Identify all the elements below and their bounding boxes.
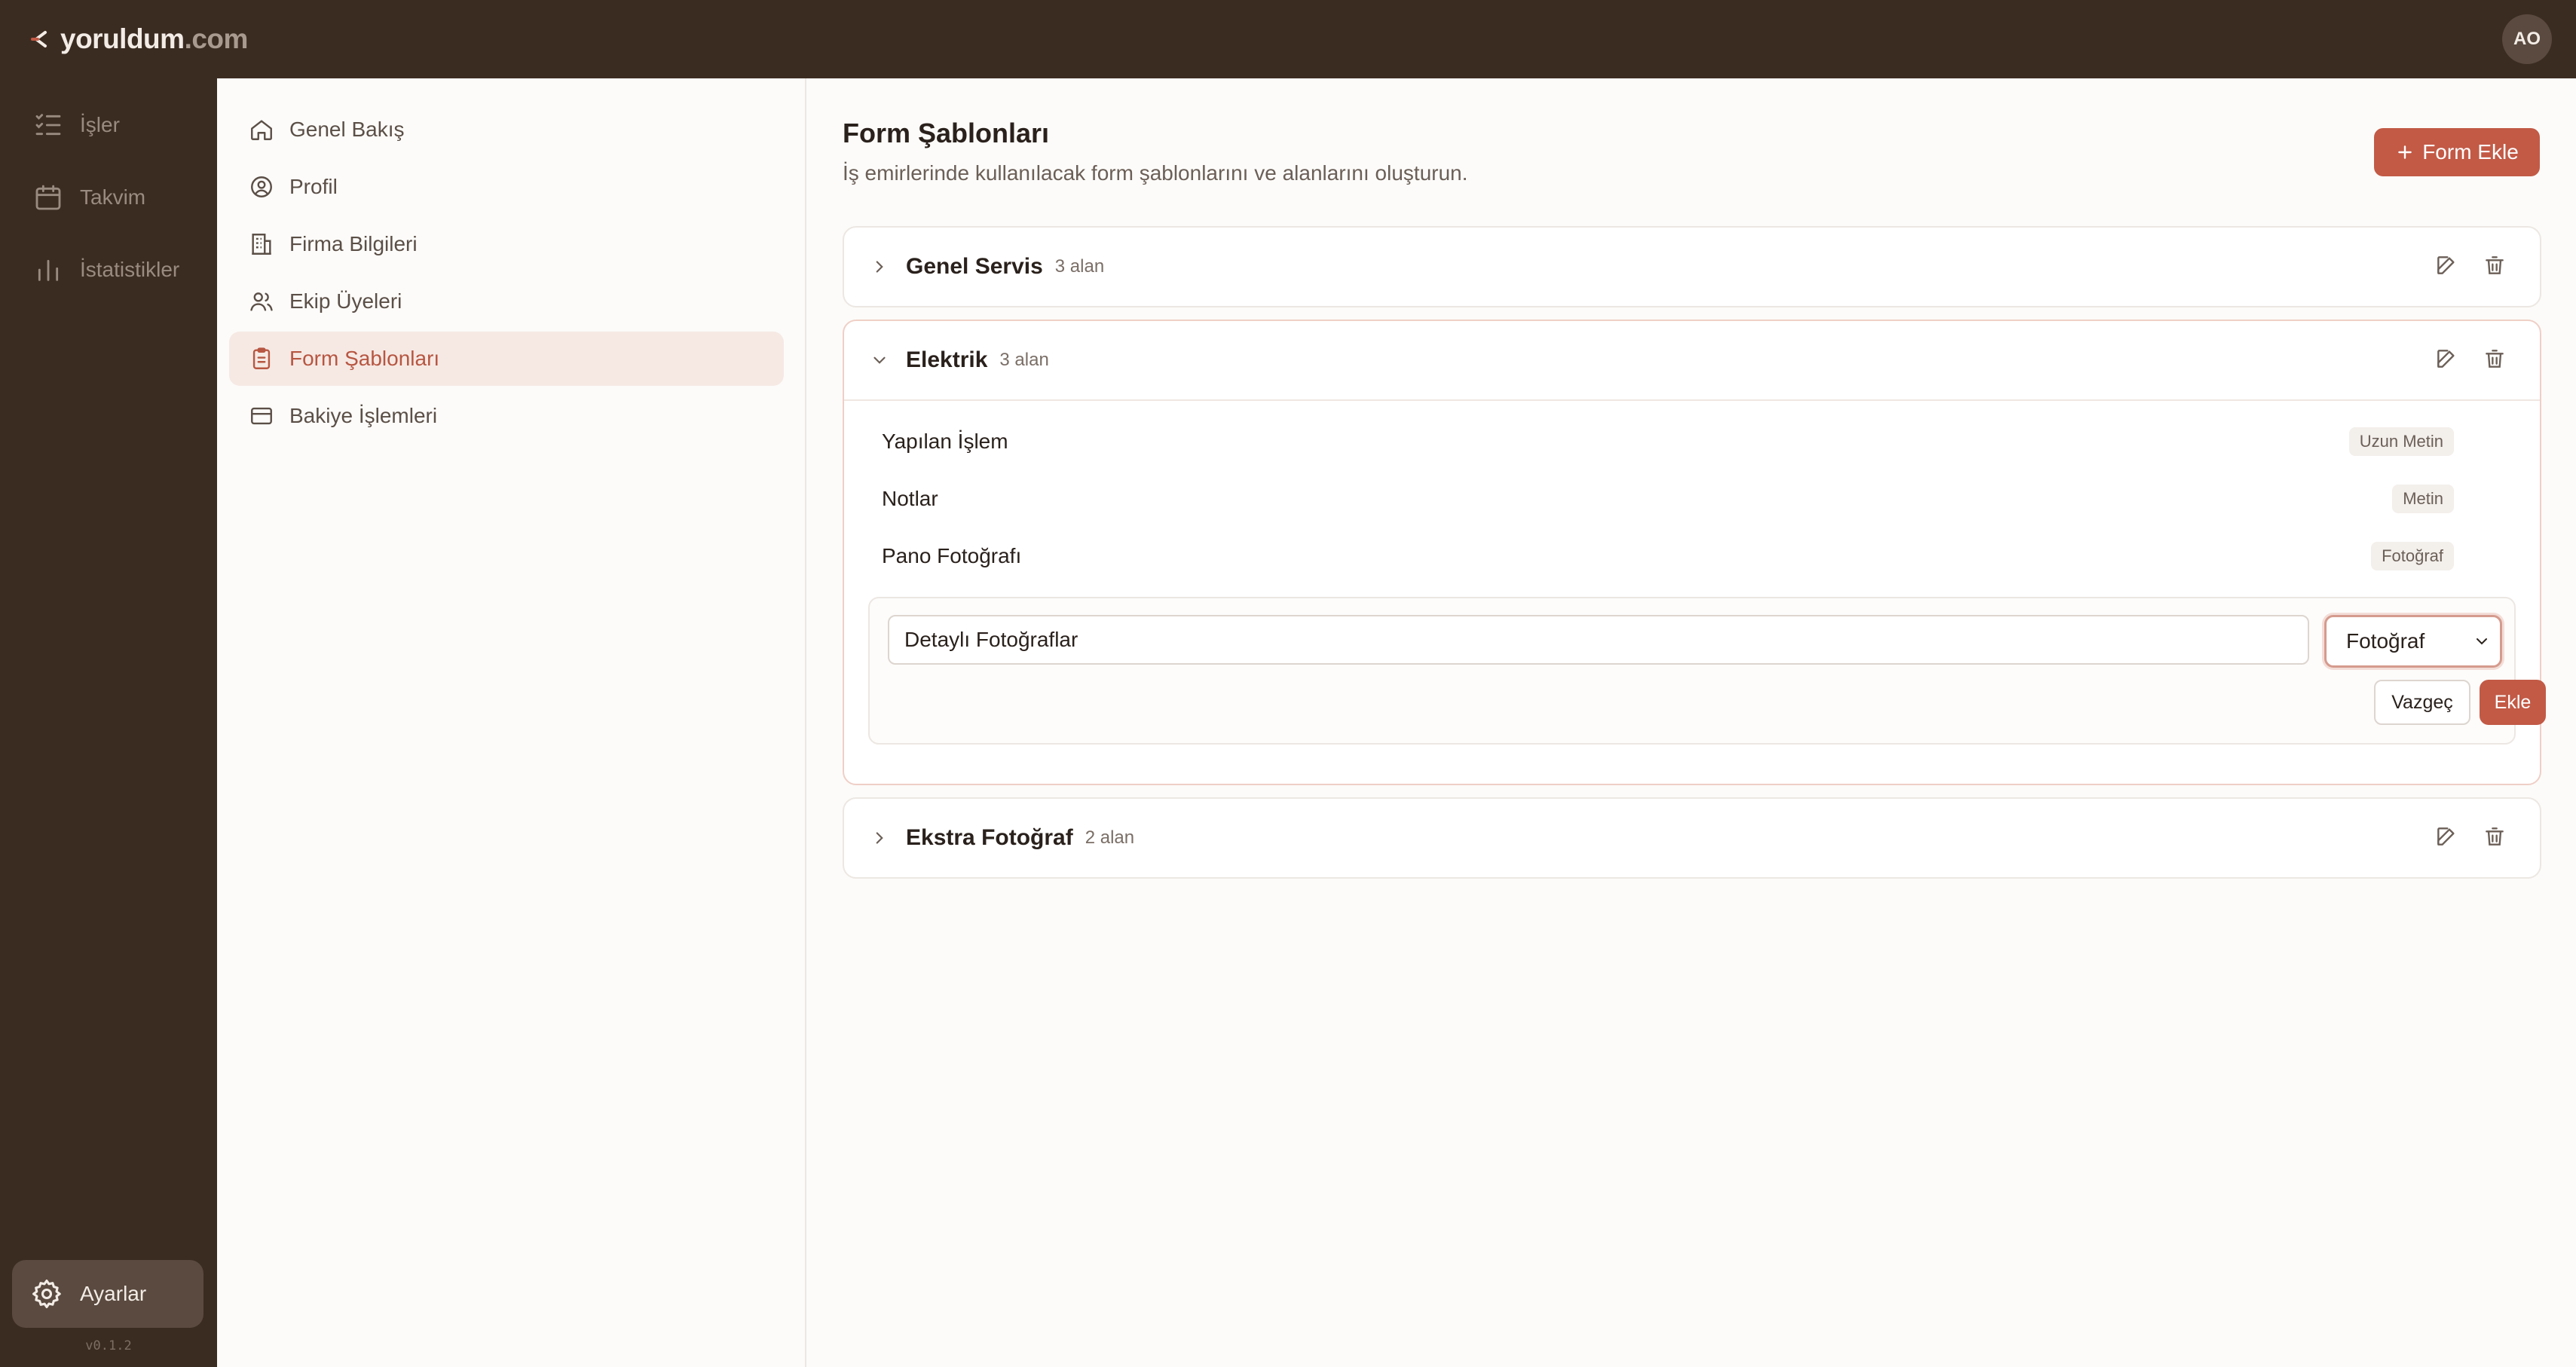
add-form-button[interactable]: Form Ekle <box>2374 128 2540 176</box>
nav-item-istatistikler[interactable]: İstatistikler <box>12 238 203 301</box>
calendar-icon <box>35 185 61 210</box>
building-icon <box>252 234 271 255</box>
app-version: v0.1.2 <box>85 1338 132 1353</box>
template-actions <box>2434 253 2507 277</box>
page-title: Form Şablonları <box>843 118 1050 148</box>
template-name: Elektrik <box>906 347 988 372</box>
chevron-right-icon <box>876 261 883 273</box>
nav-item-takvim[interactable]: Takvim <box>12 166 203 229</box>
field-name: Pano Fotoğrafı <box>882 544 1022 567</box>
trash-icon[interactable] <box>2483 824 2507 849</box>
field-row: Notlar Metin <box>868 470 2516 528</box>
gear-icon <box>32 1280 61 1308</box>
field-name: Yapılan İşlem <box>882 430 1008 453</box>
settings-sidebar: Genel Bakış Profil Firma Bilgileri Ekip … <box>217 78 806 1367</box>
settings-item-label: Bakiye İşlemleri <box>289 404 438 427</box>
settings-item-genel-bakis[interactable]: Genel Bakış <box>229 102 784 157</box>
users-icon <box>250 292 273 311</box>
new-field-type-select[interactable]: Fotoğraf <box>2324 615 2502 668</box>
credit-card-icon <box>251 407 272 425</box>
settings-item-label: Firma Bilgileri <box>289 232 418 255</box>
plus-icon <box>2398 145 2412 159</box>
edit-icon[interactable] <box>2434 824 2458 849</box>
field-type-badge: Uzun Metin <box>2348 427 2454 456</box>
clipboard-icon <box>252 347 271 369</box>
settings-item-label: Genel Bakış <box>289 118 405 141</box>
trash-icon[interactable] <box>2483 253 2507 277</box>
nav-item-label: İstatistikler <box>80 258 180 281</box>
chevron-down-icon <box>2477 638 2487 645</box>
settings-item-profil[interactable]: Profil <box>229 160 784 214</box>
field-row: Pano Fotoğrafı Fotoğraf <box>868 528 2516 585</box>
template-fields: Yapılan İşlem Uzun Metin Notlar Metin Pa… <box>844 399 2546 745</box>
nav-item-ayarlar[interactable]: Ayarlar <box>12 1260 203 1328</box>
field-type-badge: Metin <box>2392 485 2454 513</box>
list-check-icon <box>35 114 61 136</box>
template-card-ekstra-fotograf: Ekstra Fotoğraf 2 alan <box>843 797 2541 879</box>
field-row: Yapılan İşlem Uzun Metin <box>868 413 2516 470</box>
new-field-form: Fotoğraf Vazgeç Ekle <box>868 597 2546 745</box>
brand-tld: .com <box>184 23 249 54</box>
home-icon <box>251 120 272 140</box>
settings-item-firma-bilgileri[interactable]: Firma Bilgileri <box>229 217 784 271</box>
template-field-count: 2 alan <box>1085 827 1135 848</box>
top-bar: yoruldum.com AO <box>0 0 2576 78</box>
field-name: Notlar <box>882 487 938 510</box>
chevron-right-icon <box>876 832 883 844</box>
page-subtitle: İş emirlerinde kullanılacak form şablonl… <box>843 161 1468 185</box>
template-field-count: 3 alan <box>1054 256 1105 277</box>
template-header[interactable]: Elektrik 3 alan <box>844 321 2540 399</box>
settings-item-bakiye-islemleri[interactable]: Bakiye İşlemleri <box>229 389 784 443</box>
template-header[interactable]: Ekstra Fotoğraf 2 alan <box>844 799 2540 877</box>
nav-item-label: İşler <box>80 113 120 136</box>
template-card-elektrik: Elektrik 3 alan Yapılan İşlem Uzun Metin… <box>843 320 2546 785</box>
select-value: Fotoğraf <box>2346 629 2425 653</box>
brand-arrow-icon <box>30 28 53 50</box>
settings-item-form-sablonlari[interactable]: Form Şablonları <box>229 332 784 386</box>
settings-item-ekip-uyeleri[interactable]: Ekip Üyeleri <box>229 274 784 329</box>
brand-logo[interactable]: yoruldum.com <box>30 23 248 55</box>
template-actions <box>2434 347 2507 371</box>
settings-item-label: Form Şablonları <box>289 347 440 370</box>
template-field-count: 3 alan <box>999 350 1049 370</box>
user-circle-icon <box>251 176 272 197</box>
chevron-down-icon <box>873 356 886 364</box>
field-type-badge: Fotoğraf <box>2371 542 2454 570</box>
bar-chart-icon <box>38 259 59 281</box>
cancel-button[interactable]: Vazgeç <box>2374 680 2470 725</box>
nav-item-label: Takvim <box>80 185 146 209</box>
settings-item-label: Profil <box>289 175 338 198</box>
nav-settings-label: Ayarlar <box>80 1282 147 1305</box>
add-form-label: Form Ekle <box>2422 140 2519 164</box>
edit-icon[interactable] <box>2434 253 2458 277</box>
brand-name: yoruldum <box>60 23 185 54</box>
trash-icon[interactable] <box>2483 347 2507 371</box>
template-name: Ekstra Fotoğraf <box>906 825 1073 850</box>
main-nav: İşler Takvim İstatistikler Ayarlar v0.1.… <box>0 78 217 1367</box>
template-header[interactable]: Genel Servis 3 alan <box>844 228 2540 306</box>
template-name: Genel Servis <box>906 254 1043 279</box>
add-field-button[interactable]: Ekle <box>2480 680 2546 725</box>
template-card-genel-servis: Genel Servis 3 alan <box>843 226 2541 307</box>
new-field-name-input[interactable] <box>888 615 2309 665</box>
edit-icon[interactable] <box>2434 347 2458 371</box>
avatar[interactable]: AO <box>2502 14 2552 64</box>
template-actions <box>2434 824 2507 849</box>
main-content: Form Şablonları İş emirlerinde kullanıla… <box>806 78 2576 1367</box>
nav-item-isler[interactable]: İşler <box>12 93 203 157</box>
settings-item-label: Ekip Üyeleri <box>289 289 402 313</box>
